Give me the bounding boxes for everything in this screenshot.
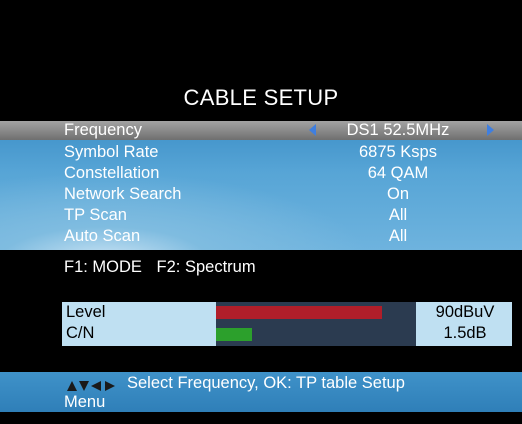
status-bar: Select Frequency, OK: TP table Setup Men… — [0, 372, 522, 412]
menu-row-value: All — [388, 206, 408, 224]
menu-row-value: DS1 52.5MHz — [346, 121, 450, 139]
menu-row-network-search[interactable]: Network Search On — [0, 185, 522, 204]
settings-menu: Frequency DS1 52.5MHz Symbol Rate 6875 K… — [0, 121, 522, 250]
menu-button[interactable]: Menu — [64, 393, 105, 412]
menu-row-constellation[interactable]: Constellation 64 QAM — [0, 164, 522, 183]
up-arrow-icon — [67, 381, 77, 391]
navigation-arrows-icon — [67, 381, 115, 391]
status-hint: Select Frequency, OK: TP table Setup — [127, 374, 405, 392]
level-value: 90dBuV — [435, 303, 495, 321]
level-label: Level — [66, 303, 106, 321]
menu-row-symbol-rate[interactable]: Symbol Rate 6875 Ksps — [0, 143, 522, 162]
menu-row-label: Auto Scan — [64, 227, 141, 245]
menu-row-auto-scan[interactable]: Auto Scan All — [0, 227, 522, 246]
menu-row-value: 64 QAM — [367, 164, 429, 182]
right-arrow-icon — [105, 381, 115, 391]
right-arrow-icon[interactable] — [487, 124, 494, 136]
menu-row-label: Symbol Rate — [64, 143, 159, 161]
menu-row-label: Network Search — [64, 185, 182, 203]
function-key-hints: F1: MODE F2: Spectrum — [64, 258, 266, 277]
cable-setup-screen: CABLE SETUP Frequency DS1 52.5MHz Symbol… — [0, 0, 522, 424]
menu-row-label: Constellation — [64, 164, 160, 182]
left-arrow-icon — [91, 381, 101, 391]
f1-mode-hint[interactable]: F1: MODE — [64, 258, 142, 276]
menu-row-label: TP Scan — [64, 206, 127, 224]
menu-row-value: 6875 Ksps — [359, 143, 437, 161]
level-bar — [216, 306, 382, 319]
menu-row-label: Frequency — [64, 121, 142, 139]
cn-value: 1.5dB — [443, 324, 487, 342]
menu-row-value: On — [386, 185, 409, 203]
f2-spectrum-hint[interactable]: F2: Spectrum — [157, 258, 256, 276]
down-arrow-icon — [79, 381, 89, 391]
menu-row-tp-scan[interactable]: TP Scan All — [0, 206, 522, 225]
cn-label: C/N — [66, 324, 95, 342]
page-title: CABLE SETUP — [183, 85, 339, 110]
signal-meter-panel: Level 90dBuV C/N 1.5dB — [62, 302, 512, 346]
menu-row-frequency[interactable]: Frequency DS1 52.5MHz — [0, 121, 522, 140]
menu-row-value: All — [388, 227, 408, 245]
cn-bar — [216, 328, 252, 341]
